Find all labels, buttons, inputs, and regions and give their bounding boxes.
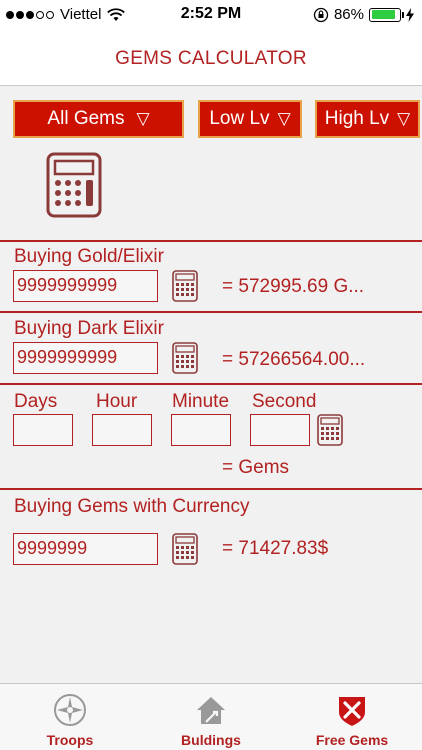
navigation-bar: GEMS CALCULATOR <box>0 30 422 86</box>
buildings-icon <box>197 697 225 724</box>
status-bar: Viettel 2:52 PM 86% <box>0 0 422 30</box>
page-title: GEMS CALCULATOR <box>115 48 307 69</box>
gems-type-dropdown[interactable]: All Gems ▽ <box>13 100 184 138</box>
dark-elixir-calculate-button[interactable] <box>172 342 198 374</box>
tab-free-gems-label: Free Gems <box>315 732 389 748</box>
dark-elixir-label: Buying Dark Elixir <box>14 318 164 339</box>
dropdown-arrow-icon: ▽ <box>277 109 291 128</box>
troops-icon <box>54 694 86 726</box>
minute-input[interactable] <box>171 414 231 446</box>
gold-elixir-input[interactable]: 9999999999 <box>13 270 158 302</box>
hour-label: Hour <box>96 391 138 412</box>
tab-bar: Troops Buldings Free Gems <box>0 683 422 750</box>
dropdown-arrow-icon: ▽ <box>397 109 411 128</box>
tab-free-gems[interactable]: Free Gems <box>282 684 422 750</box>
calculator-button[interactable] <box>46 152 102 218</box>
charging-icon <box>406 7 414 22</box>
status-right: 86% <box>313 6 414 23</box>
section-divider <box>0 311 422 313</box>
section-divider <box>0 383 422 385</box>
time-result: = Gems <box>222 457 290 478</box>
high-level-dropdown[interactable]: High Lv ▽ <box>315 100 420 138</box>
currency-result: = 71427.83$ <box>222 538 329 559</box>
second-input[interactable] <box>250 414 310 446</box>
low-level-dropdown[interactable]: Low Lv ▽ <box>198 100 302 138</box>
currency-label: Buying Gems with Currency <box>14 496 250 517</box>
low-level-label: Low Lv <box>209 108 270 129</box>
dark-elixir-result: = 57266564.00... <box>222 349 366 370</box>
currency-calculate-button[interactable] <box>172 533 198 565</box>
tab-troops-label: Troops <box>46 732 94 748</box>
gold-elixir-label: Buying Gold/Elixir <box>14 246 164 267</box>
battery-percent: 86% <box>333 6 364 23</box>
free-gems-icon <box>339 697 365 726</box>
gold-elixir-result: = 572995.69 G... <box>222 276 365 297</box>
gold-elixir-calculate-button[interactable] <box>172 270 198 302</box>
dropdown-arrow-icon: ▽ <box>136 109 150 128</box>
rotation-lock-icon <box>313 7 329 22</box>
time-calculate-button[interactable] <box>317 414 343 446</box>
section-divider <box>0 240 422 242</box>
section-divider <box>0 488 422 490</box>
tab-buildings[interactable]: Buldings <box>141 684 281 750</box>
hour-input[interactable] <box>92 414 152 446</box>
second-label: Second <box>252 391 317 412</box>
currency-input[interactable]: 9999999 <box>13 533 158 565</box>
days-input[interactable] <box>13 414 73 446</box>
days-label: Days <box>14 391 58 412</box>
high-level-label: High Lv <box>324 108 390 129</box>
gems-type-label: All Gems <box>47 108 125 129</box>
tab-buildings-label: Buldings <box>181 732 241 748</box>
battery-icon <box>369 7 404 22</box>
dark-elixir-input[interactable]: 9999999999 <box>13 342 158 374</box>
minute-label: Minute <box>172 391 230 412</box>
tab-troops[interactable]: Troops <box>0 684 140 750</box>
